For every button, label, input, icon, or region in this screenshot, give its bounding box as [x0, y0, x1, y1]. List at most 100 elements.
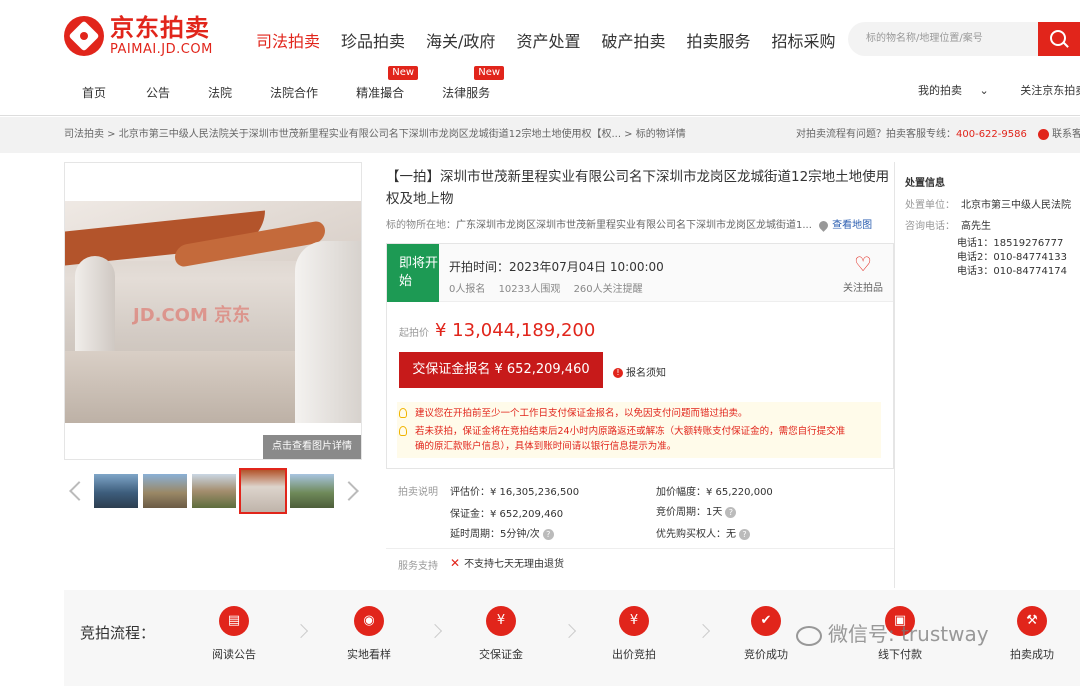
nav-customs-government[interactable]: 海关/政府: [426, 28, 495, 52]
chevron-right-icon[interactable]: [344, 480, 358, 500]
nav-judicial-auction[interactable]: 司法拍卖: [256, 28, 320, 52]
service-support-value: ✕ 不支持七天无理由退货: [450, 555, 564, 570]
help-icon[interactable]: ?: [739, 528, 750, 540]
new-badge: New: [474, 66, 505, 80]
follow-jd-auction-link[interactable]: 关注京东拍卖 ⌄: [1020, 84, 1080, 97]
jd-auction-logo-icon: [64, 16, 104, 56]
thumbnail-2[interactable]: [143, 474, 187, 508]
thumbnail-5[interactable]: [290, 474, 334, 508]
sub-nav: 首页 公告 法院 法院合作 精准撮合 New 法律服务 New: [82, 66, 505, 101]
deposit-amount: 保证金：¥ 652,209,460: [450, 509, 564, 520]
follow-item-button[interactable]: 关注拍品: [843, 252, 883, 294]
auction-stats: 0人报名 10233人围观 260人关注提醒: [449, 280, 653, 295]
subnav-court[interactable]: 法院: [208, 84, 232, 101]
extension-period-text: 延时周期：5分钟/次: [450, 529, 540, 540]
site-header: 京东拍卖 PAIMAI.JD.COM 司法拍卖 珍品拍卖 海关/政府 资产处置 …: [0, 0, 1080, 116]
thumbnail-1[interactable]: [94, 474, 138, 508]
customer-service-info: 对拍卖流程有问题？拍卖客服专线：400-622-9586 联系客服: [796, 117, 1080, 153]
service-support-text: 不支持七天无理由退货: [464, 559, 565, 570]
help-icon[interactable]: ?: [542, 528, 554, 540]
step-auction-success: ⚒ 拍卖成功: [992, 606, 1072, 662]
disposal-unit: 处置单位： 北京市第三中级人民法院: [905, 196, 1071, 211]
item-title: 【一拍】深圳市世茂新里程实业有限公司名下深圳市龙岗区龙城街道12宗地土地使用权及…: [386, 169, 890, 207]
service-question-text: 对拍卖流程有问题？拍卖客服专线：: [796, 129, 956, 140]
main-nav: 司法拍卖 珍品拍卖 海关/政府 资产处置 破产拍卖 拍卖服务 招标采购: [256, 28, 857, 52]
starting-price: 起拍价 ¥ 13,044,189,200: [399, 320, 595, 341]
step-label: 拍卖成功: [1010, 648, 1054, 661]
process-title: 竞拍流程：: [80, 624, 156, 642]
main-photo[interactable]: JD.COM 京东: [65, 201, 361, 423]
tip-text: 若未获拍，保证金将在竞拍结束后24小时内原路返还或解冻（大额转账支付保证金的，需…: [415, 426, 846, 437]
search-icon[interactable]: [1038, 22, 1080, 56]
subnav-legal-service[interactable]: 法律服务 New: [442, 66, 505, 101]
priority-buyer: 优先购买权人：无?: [656, 525, 750, 540]
reminder-count: 260人关注提醒: [573, 284, 643, 295]
subnav-court-cooperation[interactable]: 法院合作: [270, 84, 318, 101]
tip-text: 建议您在开拍前至少一个工作日支付保证金报名，以免因支付问题而错过拍卖。: [415, 408, 748, 419]
pay-deposit-button[interactable]: 交保证金报名 ¥ 652,209,460: [399, 352, 603, 388]
chevron-down-icon: ⌄: [979, 84, 989, 97]
registration-notice-link[interactable]: ! 报名须知: [613, 364, 666, 379]
status-badge: 即将开始: [387, 244, 439, 302]
wechat-watermark-text: 微信号: trustway: [828, 622, 989, 646]
nav-asset-disposal[interactable]: 资产处置: [516, 28, 580, 52]
subnav-legal-service-label: 法律服务: [442, 86, 491, 100]
bidding-cycle: 竞价周期：1天?: [656, 503, 737, 518]
auction-notes-label: 拍卖说明: [398, 487, 438, 498]
brand-name-en: PAIMAI.JD.COM: [110, 42, 213, 57]
appraisal-price: 评估价：¥ 16,305,236,500: [450, 487, 580, 498]
thumbnail-4-selected[interactable]: [239, 468, 287, 514]
chevron-right-icon: [427, 623, 443, 639]
header-user-links: 我的拍卖 ⌄ 关注京东拍卖 ⌄: [918, 82, 1080, 98]
disposal-unit-label: 处置单位：: [905, 200, 955, 211]
chevron-left-icon[interactable]: [68, 480, 82, 500]
extension-period: 延时周期：5分钟/次?: [450, 525, 554, 540]
map-pin-icon: [817, 218, 830, 232]
bid-increment: 加价幅度：¥ 65,220,000: [656, 487, 773, 498]
registration-notice-label: 报名须知: [626, 368, 666, 379]
step-label: 线下付款: [878, 648, 922, 661]
signup-count: 0人报名: [449, 284, 486, 295]
disposal-unit-value[interactable]: 北京市第三中级人民法院: [961, 200, 1071, 211]
view-photo-details-button[interactable]: 点击查看图片详情: [263, 435, 361, 459]
step-bid-success: ✔ 竞价成功: [726, 606, 806, 662]
step-read-announcement: ▤ 阅读公告: [194, 606, 274, 662]
step-label: 竞价成功: [744, 648, 788, 661]
breadcrumb[interactable]: 司法拍卖 > 北京市第三中级人民法院关于深圳市世茂新里程实业有限公司名下深圳市龙…: [64, 117, 686, 153]
auction-panel: 即将开始 开拍时间：2023年07月04日 10:00:00 0人报名 1023…: [386, 243, 894, 469]
subnav-announcement[interactable]: 公告: [146, 84, 170, 101]
nav-tender-procurement[interactable]: 招标采购: [771, 28, 835, 52]
watcher-count: 10233人围观: [498, 284, 561, 295]
nav-auction-service[interactable]: 拍卖服务: [686, 28, 750, 52]
priority-buyer-text: 优先购买权人：无: [656, 529, 736, 540]
search-input[interactable]: 标的物名称/地理位置/案号: [848, 22, 1038, 56]
heart-plus-icon: [853, 252, 873, 276]
service-phone: 400-622-9586: [956, 129, 1027, 140]
bidding-cycle-text: 竞价周期：1天: [656, 507, 723, 518]
divider: [386, 548, 894, 549]
view-map-link[interactable]: 查看地图: [832, 220, 872, 231]
my-auction-label: 我的拍卖: [918, 84, 962, 97]
auction-status-bar: 即将开始 开拍时间：2023年07月04日 10:00:00 0人报名 1023…: [387, 244, 893, 302]
lightbulb-icon: [399, 426, 407, 436]
disposal-info-panel: 处置信息 处置单位： 北京市第三中级人民法院 咨询电话： 高先生 电话1：18519…: [894, 162, 1080, 588]
close-icon: ✕: [450, 556, 461, 570]
nav-treasure-auction[interactable]: 珍品拍卖: [341, 28, 405, 52]
contact-service-link[interactable]: 联系客服: [1052, 129, 1080, 140]
follow-item-label: 关注拍品: [843, 283, 883, 294]
thumbs-up-icon: ✔: [751, 606, 781, 636]
deposit-tips: 建议您在开拍前至少一个工作日支付保证金报名，以免因支付问题而错过拍卖。 若未获拍…: [397, 402, 881, 458]
help-icon[interactable]: ?: [725, 506, 737, 518]
subnav-home[interactable]: 首页: [82, 84, 106, 101]
my-auction-link[interactable]: 我的拍卖 ⌄: [918, 84, 1003, 97]
step-label: 实地看样: [347, 648, 391, 661]
thumbnail-3[interactable]: [192, 474, 236, 508]
location-label: 标的物所在地：: [386, 220, 456, 231]
alert-icon: !: [613, 368, 623, 378]
subnav-precise-matching[interactable]: 精准撮合 New: [356, 66, 419, 101]
gavel-icon: ⚒: [1017, 606, 1047, 636]
step-label: 阅读公告: [212, 648, 256, 661]
brand-logo[interactable]: 京东拍卖 PAIMAI.JD.COM: [64, 16, 213, 56]
nav-bankruptcy-auction[interactable]: 破产拍卖: [601, 28, 665, 52]
step-place-bid: ¥ 出价竞拍: [594, 606, 674, 662]
